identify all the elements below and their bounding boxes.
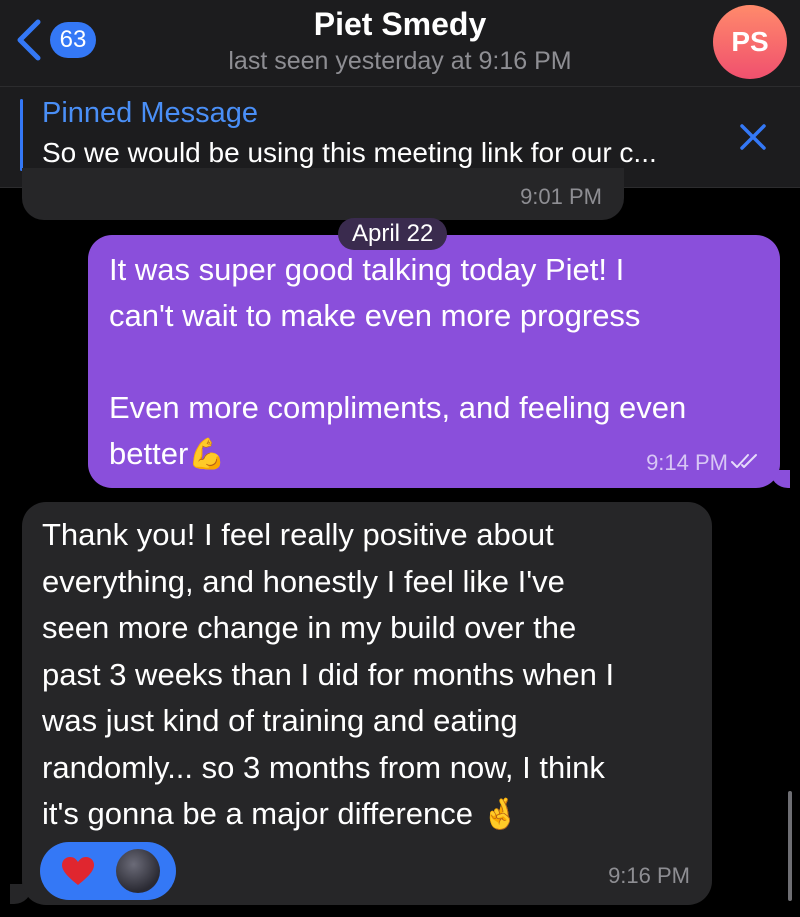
date-separator: April 22 xyxy=(338,218,448,250)
pinned-text: So we would be using this meeting link f… xyxy=(42,137,657,168)
heart-icon xyxy=(60,855,96,892)
incoming-message-bubble[interactable]: Thank you! I feel really positive about … xyxy=(22,502,712,905)
crossed-fingers-emoji: 🤞 xyxy=(481,798,519,831)
message-meta: 9:14 PM xyxy=(646,450,762,476)
chat-header: 63 Piet Smedy last seen yesterday at 9:1… xyxy=(0,0,800,87)
previous-message-bubble[interactable]: 9:01 PM xyxy=(22,168,624,220)
contact-avatar[interactable]: PS xyxy=(713,5,787,79)
message-text: Thank you! I feel really positive about … xyxy=(42,512,702,839)
message-text: It was super good talking today Piet! I … xyxy=(109,247,769,478)
reactor-avatar xyxy=(116,849,160,893)
flexed-bicep-emoji: 💪 xyxy=(188,438,226,471)
pinned-title: Pinned Message xyxy=(42,97,259,129)
contact-name[interactable]: Piet Smedy xyxy=(0,6,800,43)
last-seen-status: last seen yesterday at 9:16 PM xyxy=(228,47,572,75)
message-list[interactable]: 9:01 PM It was super good talking today … xyxy=(0,168,800,917)
message-time: 9:14 PM xyxy=(646,450,728,475)
close-icon xyxy=(736,120,770,154)
double-check-icon xyxy=(730,450,762,476)
message-body: Thank you! I feel really positive about … xyxy=(42,517,615,831)
outgoing-message-bubble[interactable]: It was super good talking today Piet! I … xyxy=(88,235,780,488)
scrollbar[interactable] xyxy=(788,791,792,901)
close-pinned-button[interactable] xyxy=(736,120,770,154)
pinned-indicator xyxy=(20,99,23,171)
message-time: 9:16 PM xyxy=(608,863,690,888)
avatar-initials: PS xyxy=(731,26,769,57)
reaction-pill[interactable] xyxy=(40,842,176,900)
message-time: 9:01 PM xyxy=(520,184,602,209)
